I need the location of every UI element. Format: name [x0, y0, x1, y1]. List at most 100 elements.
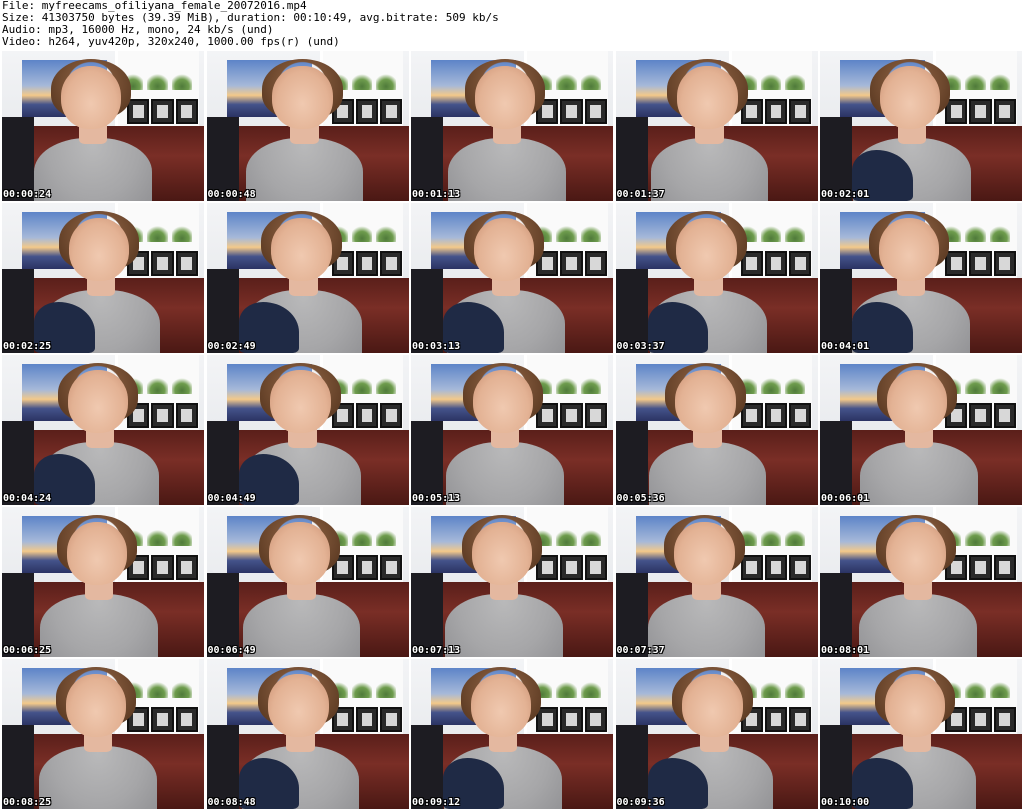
shelf-picture-frame: [993, 707, 1016, 732]
video-thumbnail: 00:02:01: [820, 51, 1022, 201]
shelf-picture-frame: [945, 99, 968, 124]
shelf-plant: [760, 72, 782, 90]
shelf-plant: [351, 680, 373, 698]
thumbnail-timestamp: 00:04:49: [207, 493, 256, 504]
person-torso: [647, 594, 766, 657]
person-face: [474, 66, 536, 129]
thumbnail-timestamp: 00:01:37: [616, 189, 665, 200]
shelf-picture-frame: [764, 555, 788, 580]
shelf-plant: [556, 72, 577, 90]
thumbnail-grid: 00:00:24 00:00:48 00:01:13 00:01:37 00:02:01…: [2, 51, 1022, 811]
shelf-plant: [376, 72, 397, 90]
shelf-picture-frame: [355, 251, 379, 276]
shelf-picture-frame: [175, 555, 198, 580]
person-torso: [445, 594, 563, 657]
shelf-plant: [760, 224, 782, 242]
shelf-plant: [965, 376, 986, 394]
person-torso: [40, 594, 158, 657]
shelf-plant: [556, 528, 577, 546]
person-face: [471, 522, 533, 585]
shelf-picture-frame: [993, 555, 1016, 580]
thumbnail-timestamp: 00:05:13: [412, 493, 461, 504]
shelf-plant: [147, 680, 168, 698]
shelf-plant: [580, 376, 601, 394]
person-face: [472, 370, 534, 433]
shelf-plant: [785, 224, 806, 242]
thumbnail-timestamp: 00:09:36: [616, 797, 665, 808]
shelf-plant: [147, 224, 168, 242]
video-thumbnail: 00:08:25: [2, 659, 204, 809]
shelf-picture-frame: [993, 99, 1016, 124]
shelf-plant: [760, 376, 782, 394]
video-thumbnail: 00:04:49: [206, 355, 409, 505]
person-face: [272, 66, 333, 129]
shelf-plant: [760, 528, 782, 546]
shelf-plant: [376, 224, 397, 242]
shelf-picture-frame: [764, 251, 788, 276]
shelf-picture-frame: [355, 555, 379, 580]
thumbnail-timestamp: 00:00:24: [3, 189, 52, 200]
shelf-plant: [171, 72, 192, 90]
shelf-plant: [989, 680, 1010, 698]
thumbnail-timestamp: 00:04:01: [821, 341, 870, 352]
shelf-picture-frame: [584, 99, 607, 124]
person-torso: [448, 138, 566, 201]
person-face: [675, 370, 736, 433]
video-thumbnail: 00:09:36: [615, 659, 818, 809]
video-thumbnail: 00:01:13: [411, 51, 613, 201]
shelf-picture-frame: [993, 403, 1016, 428]
person-face: [270, 370, 331, 433]
shelf-picture-frame: [764, 403, 788, 428]
shelf-picture-frame: [175, 251, 198, 276]
video-thumbnail: 00:02:49: [206, 203, 409, 353]
shelf-picture-frame: [789, 555, 812, 580]
person-face: [470, 674, 532, 737]
shelf-picture-frame: [380, 251, 403, 276]
person-torso: [648, 442, 767, 505]
thumbnail-timestamp: 00:09:12: [412, 797, 461, 808]
shelf-picture-frame: [764, 99, 788, 124]
person-face: [67, 370, 129, 433]
video-thumbnail: 00:10:00: [820, 659, 1022, 809]
shelf-plant: [965, 528, 986, 546]
shelf-picture-frame: [175, 99, 198, 124]
person-torso: [245, 138, 364, 201]
shelf-plant: [785, 528, 806, 546]
shelf-picture-frame: [380, 403, 403, 428]
shelf-picture-frame: [764, 707, 788, 732]
shelf-plant: [785, 680, 806, 698]
file-info-header: File: myfreecams_ofiliyana_female_200720…: [2, 0, 1022, 50]
shelf-picture-frame: [969, 403, 992, 428]
thumbnail-timestamp: 00:05:36: [616, 493, 665, 504]
thumbnail-timestamp: 00:07:37: [616, 645, 665, 656]
shelf-plant: [351, 224, 373, 242]
shelf-plant: [351, 528, 373, 546]
thumbnail-timestamp: 00:02:49: [207, 341, 256, 352]
shelf-picture-frame: [151, 555, 174, 580]
shelf-picture-frame: [560, 251, 583, 276]
video-thumbnail: 00:08:01: [820, 507, 1022, 657]
video-thumbnail: 00:07:37: [615, 507, 818, 657]
shelf-picture-frame: [151, 403, 174, 428]
thumbnail-timestamp: 00:03:13: [412, 341, 461, 352]
video-thumbnail: 00:03:13: [411, 203, 613, 353]
shelf-picture-frame: [584, 251, 607, 276]
person-face: [268, 674, 329, 737]
video-thumbnail: 00:04:24: [2, 355, 204, 505]
shelf-picture-frame: [560, 707, 583, 732]
video-thumbnail: 00:03:37: [615, 203, 818, 353]
shelf-plant: [760, 680, 782, 698]
video-thumbnail: 00:05:13: [411, 355, 613, 505]
thumbnail-timestamp: 00:06:25: [3, 645, 52, 656]
shelf-plant: [965, 72, 986, 90]
shelf-picture-frame: [969, 555, 992, 580]
shelf-plant: [580, 528, 601, 546]
shelf-picture-frame: [536, 707, 559, 732]
shelf-plant: [989, 224, 1010, 242]
person-face: [271, 218, 332, 281]
shelf-plant: [351, 72, 373, 90]
thumbnail-timestamp: 00:08:01: [821, 645, 870, 656]
person-face: [68, 218, 130, 281]
person-face: [879, 66, 941, 129]
person-torso: [242, 594, 361, 657]
